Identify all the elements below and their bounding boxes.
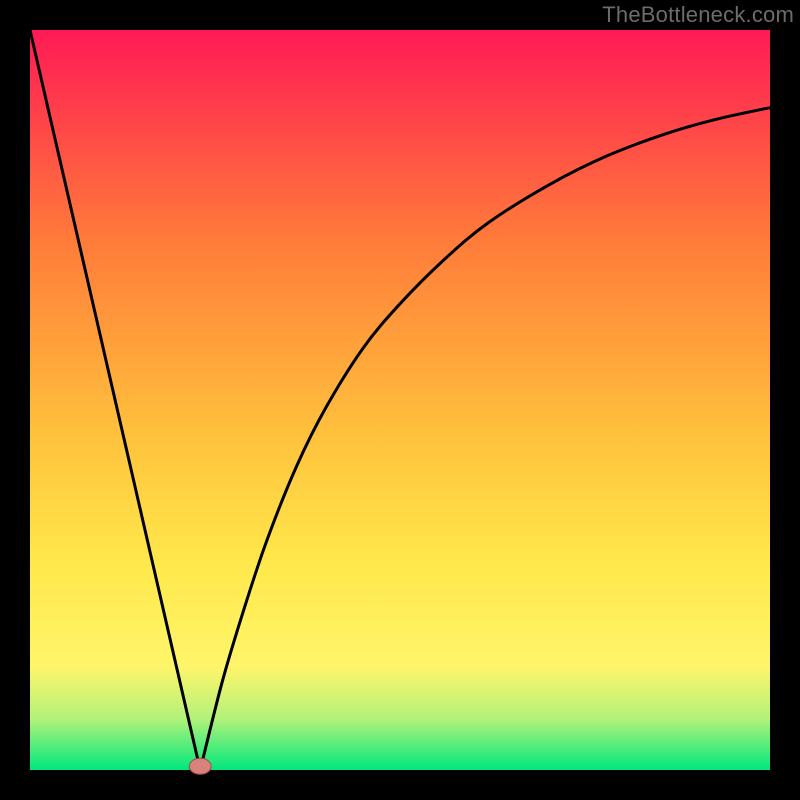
minimum-marker	[189, 758, 211, 774]
bottleneck-chart	[0, 0, 800, 800]
attribution-text: TheBottleneck.com	[602, 2, 794, 28]
chart-frame: TheBottleneck.com	[0, 0, 800, 800]
plot-background	[30, 30, 770, 770]
